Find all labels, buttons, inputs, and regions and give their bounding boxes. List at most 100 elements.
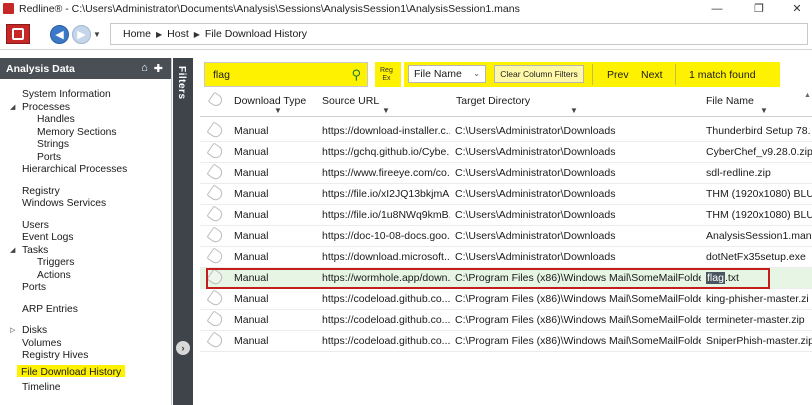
sidebar-item-arp-entries[interactable]: ARP Entries — [0, 304, 171, 317]
cell-download-type: Manual — [234, 335, 269, 347]
filter-icon[interactable]: ▼ — [382, 106, 390, 115]
sidebar-item-system-information[interactable]: System Information — [0, 89, 171, 102]
cell-file-name: CyberChef_v9.28.0.zip — [706, 146, 812, 158]
sidebar-item-event-logs[interactable]: Event Logs — [0, 232, 171, 245]
filters-strip[interactable]: Filters › — [173, 58, 193, 405]
table-row[interactable]: Manual https://gchq.github.io/Cybe... C:\U… — [200, 142, 812, 163]
sidebar-item-windows-services[interactable]: Windows Services — [0, 198, 171, 211]
table-row[interactable]: Manual https://download.microsoft.... C:\U… — [200, 247, 812, 268]
cell-download-type: Manual — [234, 188, 269, 200]
tag-icon[interactable] — [206, 142, 225, 161]
sidebar-item-handles[interactable]: Handles — [0, 114, 171, 127]
tree-toggle-icon[interactable]: ◢ — [10, 102, 15, 115]
cell-target-directory: C:\Users\Administrator\Downloads — [455, 146, 616, 158]
table-row[interactable]: Manual https://www.fireeye.com/co... C:\Us… — [200, 163, 812, 184]
cell-download-type: Manual — [234, 314, 269, 326]
pin-icon[interactable]: ✚ — [154, 62, 163, 75]
tree-toggle-icon[interactable]: ▷ — [10, 325, 15, 338]
cell-source-url: https://doc-10-08-docs.goo... — [322, 230, 450, 242]
sidebar-item-strings[interactable]: Strings — [0, 139, 171, 152]
close-button[interactable]: ✕ — [782, 0, 812, 17]
filter-icon[interactable]: ▼ — [570, 106, 578, 115]
divider — [592, 64, 593, 85]
sidebar-item-disks[interactable]: ▷ Disks — [0, 325, 171, 338]
table-row[interactable]: Manual https://download-installer.c... C:\… — [200, 121, 812, 142]
expand-filters-icon[interactable]: › — [176, 341, 190, 355]
tree-gap — [0, 295, 171, 304]
minimize-button[interactable]: — — [702, 0, 732, 17]
regex-label-line2: Ex — [382, 75, 391, 82]
sidebar-item-label: Registry — [22, 185, 60, 197]
scroll-up-icon[interactable]: ▲ — [804, 92, 812, 101]
sidebar-item-volumes[interactable]: Volumes — [0, 338, 171, 351]
redline-logo-icon[interactable] — [6, 24, 30, 44]
cell-target-directory: C:\Users\Administrator\Downloads — [455, 167, 616, 179]
cell-source-url: https://file.io/1u8NWq9kmB... — [322, 209, 450, 221]
tag-column-header[interactable] — [200, 92, 230, 116]
search-field-select[interactable]: File Name ⌄ — [408, 65, 486, 83]
table-row[interactable]: Manual https://codeload.github.co... C:\Pr… — [200, 289, 812, 310]
column-label: Source URL — [322, 95, 380, 107]
tag-icon[interactable] — [206, 163, 225, 182]
column-header-download-type[interactable]: Download Type ▼ — [230, 92, 318, 116]
navigation-bar: ◀ ▶ ▼ Home ▶ Host ▶ File Download Histor… — [0, 17, 812, 50]
sidebar-item-processes[interactable]: ◢ Processes — [0, 102, 171, 115]
tag-icon[interactable] — [206, 289, 225, 308]
sidebar-item-timeline[interactable]: Timeline — [0, 382, 171, 395]
tag-icon[interactable] — [206, 226, 225, 245]
tag-icon[interactable] — [206, 331, 225, 350]
sidebar-item-label: Memory Sections — [37, 126, 117, 138]
regex-label-line1: Reg — [380, 67, 393, 74]
sidebar-item-actions[interactable]: Actions — [0, 270, 171, 283]
sidebar-item-hierarchical-processes[interactable]: Hierarchical Processes — [0, 164, 171, 177]
clear-column-filters-button[interactable]: Clear Column Filters — [494, 65, 584, 83]
filter-icon[interactable]: ▼ — [760, 106, 768, 115]
search-value: flag — [213, 68, 230, 81]
home-icon[interactable]: ⌂ — [141, 62, 148, 75]
table-row[interactable]: Manual https://file.io/1u8NWq9kmB... C:\Us… — [200, 205, 812, 226]
back-arrow-icon[interactable]: ◀ — [50, 25, 69, 44]
tag-icon[interactable] — [206, 184, 225, 203]
table-row[interactable]: Manual https://doc-10-08-docs.goo... C:\Us… — [200, 226, 812, 247]
forward-arrow-icon[interactable]: ▶ — [72, 25, 91, 44]
sidebar-item-tasks[interactable]: ◢ Tasks — [0, 245, 171, 258]
sidebar-item-memory-sections[interactable]: Memory Sections — [0, 127, 171, 140]
tag-icon[interactable] — [206, 310, 225, 329]
column-header-source-url[interactable]: Source URL ▼ — [318, 92, 452, 116]
sidebar-item-ports[interactable]: Ports — [0, 152, 171, 165]
breadcrumb-home[interactable]: Home — [123, 28, 151, 40]
sidebar-item-registry-hives[interactable]: Registry Hives — [0, 350, 171, 363]
tag-icon[interactable] — [206, 247, 225, 266]
sidebar-item-ports[interactable]: Ports — [0, 282, 171, 295]
tree-gap — [0, 177, 171, 186]
table-row[interactable]: Manual https://file.io/xI2JQ13bkjmA C:\Use… — [200, 184, 812, 205]
search-field-value: File Name — [414, 68, 462, 80]
cell-target-directory: C:\Users\Administrator\Downloads — [455, 209, 616, 221]
tree-toggle-icon[interactable]: ◢ — [10, 245, 15, 258]
cell-target-directory: C:\Program Files (x86)\Windows Mail\Some… — [455, 293, 701, 305]
match-highlight-box — [206, 268, 770, 289]
sidebar-item-triggers[interactable]: Triggers — [0, 257, 171, 270]
filter-icon[interactable]: ▼ — [274, 106, 282, 115]
breadcrumb-file-download-history[interactable]: File Download History — [205, 28, 307, 40]
sidebar-item-users[interactable]: Users — [0, 220, 171, 233]
search-input[interactable]: flag ⚲ — [204, 62, 368, 87]
column-header-file-name[interactable]: File Name ▼ — [702, 92, 812, 116]
cell-target-directory: C:\Program Files (x86)\Windows Mail\Some… — [455, 335, 701, 347]
tag-icon[interactable] — [206, 205, 225, 224]
breadcrumb-host[interactable]: Host — [167, 28, 189, 40]
prev-button[interactable]: Prev — [607, 69, 629, 81]
sidebar-item-registry[interactable]: Registry — [0, 186, 171, 199]
next-button[interactable]: Next — [641, 69, 663, 81]
sidebar-item-file-download-history[interactable]: File Download History — [17, 364, 126, 378]
table-row[interactable]: Manual https://codeload.github.co... C:\Pr… — [200, 310, 812, 331]
column-header-target-directory[interactable]: Target Directory ▼ — [452, 92, 702, 116]
cell-target-directory: C:\Users\Administrator\Downloads — [455, 251, 616, 263]
maximize-button[interactable]: ❐ — [744, 0, 774, 17]
cell-source-url: https://www.fireeye.com/co... — [322, 167, 450, 179]
filters-label: Filters — [176, 66, 187, 100]
table-row[interactable]: Manual https://codeload.github.co... C:\Pr… — [200, 331, 812, 352]
history-dropdown-icon[interactable]: ▼ — [93, 30, 101, 39]
search-icon[interactable]: ⚲ — [351, 67, 361, 83]
tag-icon[interactable] — [206, 121, 225, 140]
